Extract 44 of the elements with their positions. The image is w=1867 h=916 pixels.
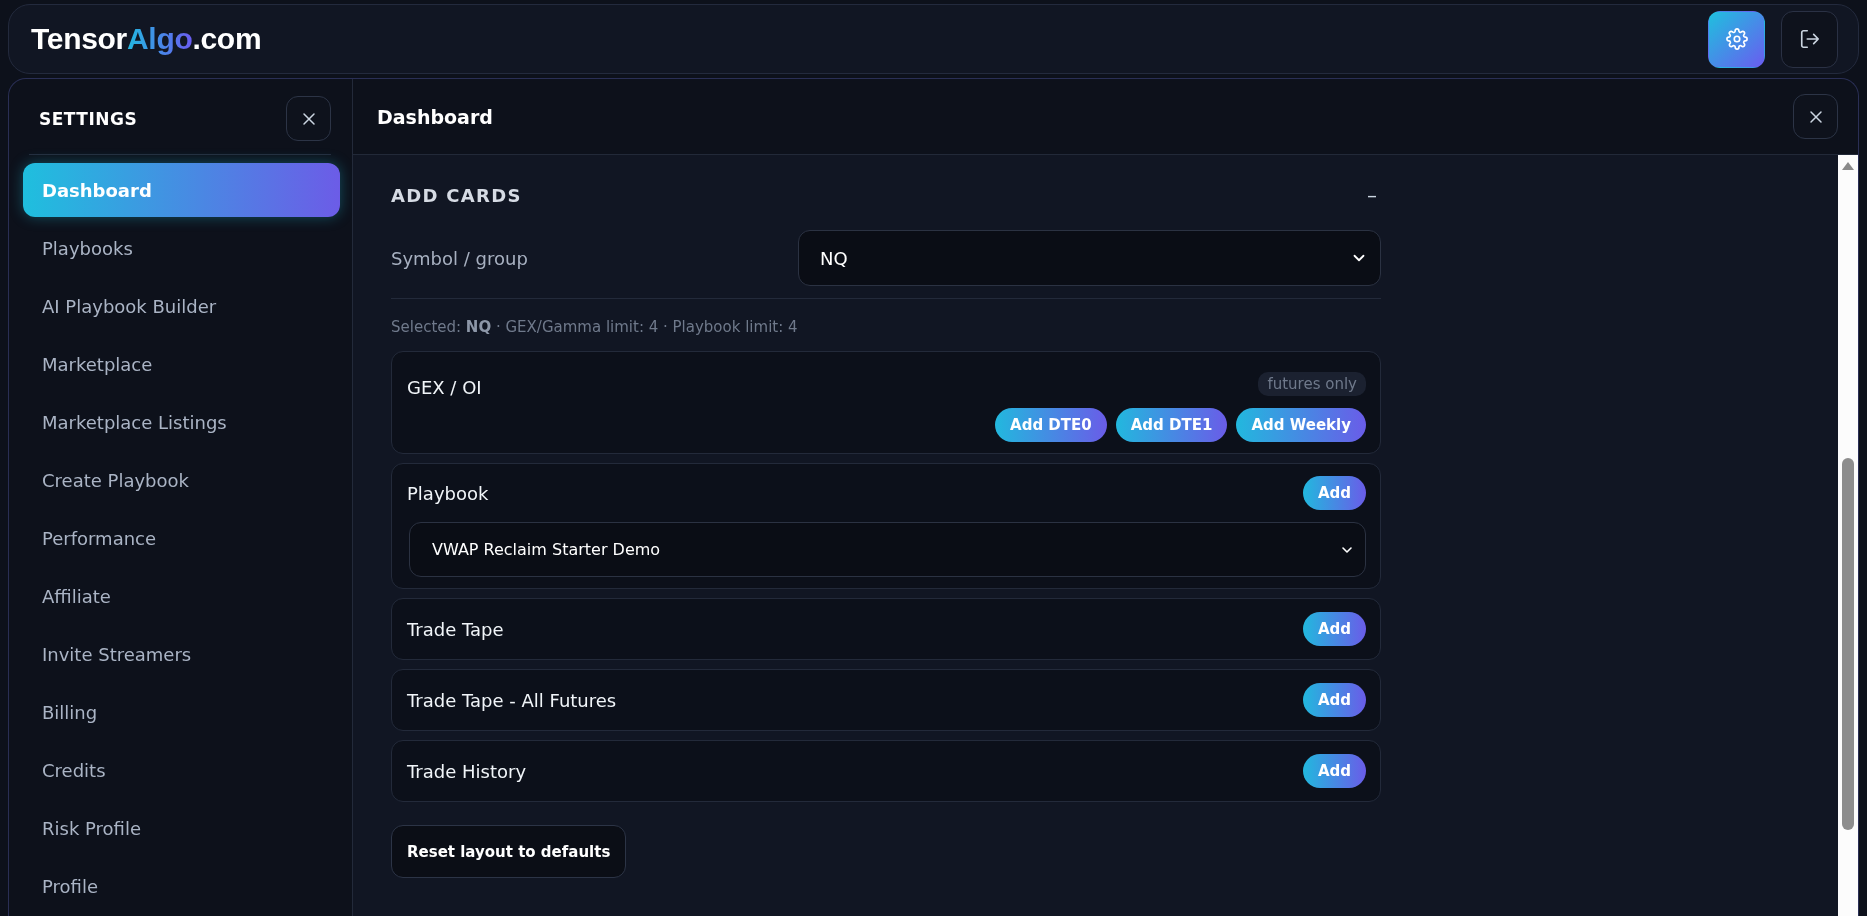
logout-button[interactable] (1781, 10, 1838, 68)
sidebar-item[interactable]: AI Playbook Builder (23, 279, 340, 333)
add-button[interactable]: Add (1302, 476, 1366, 510)
scrollbar[interactable] (1838, 155, 1858, 916)
reset-button[interactable]: Reset layout to defaults (391, 825, 627, 878)
badge: futures only (1258, 372, 1366, 396)
sidebar-item[interactable]: Invite Streamers (23, 627, 340, 681)
add-button[interactable]: Add (1302, 683, 1366, 717)
card-title: Trade History (407, 760, 527, 782)
close-button[interactable] (286, 96, 331, 141)
card-title: Playbook (407, 482, 489, 504)
logo-text: TensorAlgo.com (31, 22, 262, 56)
add-button[interactable]: Add DTE0 (995, 408, 1107, 442)
playbook-select[interactable]: VWAP Reclaim Starter Demo (409, 522, 1366, 577)
sidebar-title: SETTINGS (38, 108, 138, 129)
sidebar-item[interactable]: Create Playbook (23, 453, 340, 507)
sidebar-item[interactable]: Profile (23, 859, 340, 913)
selection-info: Selected: NQ · GEX/Gamma limit: 4 · Playbook limit: 4 (391, 317, 799, 338)
add-button[interactable]: Add Weekly (1236, 408, 1366, 442)
card-title: Trade Tape - All Futures (407, 689, 617, 711)
symbol-select[interactable]: NQ (798, 230, 1381, 286)
sidebar-item[interactable]: Risk Profile (23, 801, 340, 855)
scrollbar-thumb[interactable] (1842, 458, 1854, 830)
field-label: Symbol / group (391, 247, 528, 269)
sidebar-item[interactable]: Affiliate (23, 569, 340, 623)
sidebar-item[interactable]: Marketplace (23, 337, 340, 391)
add-button[interactable]: Add (1302, 612, 1366, 646)
collapse-button[interactable]: – (1363, 183, 1381, 207)
close-button[interactable] (1793, 94, 1838, 139)
section-title: ADD CARDS (391, 184, 522, 206)
card-title: GEX / OI (407, 377, 482, 398)
sidebar-item[interactable]: Billing (23, 685, 340, 739)
sidebar-item[interactable]: Performance (23, 511, 340, 565)
scroll-up-arrow-icon[interactable] (1842, 162, 1854, 170)
sidebar-item[interactable]: Credits (23, 743, 340, 797)
add-button[interactable]: Add (1302, 754, 1366, 788)
page-title: Dashboard (377, 105, 493, 128)
card-title: Trade Tape (407, 618, 504, 640)
settings-button[interactable] (1708, 10, 1765, 68)
sidebar-item[interactable]: Marketplace Listings (23, 395, 340, 449)
settings-icon (1725, 28, 1748, 50)
logout-icon (1798, 28, 1821, 50)
add-button[interactable]: Add DTE1 (1115, 408, 1228, 442)
sidebar-item[interactable]: Playbooks (23, 221, 340, 275)
